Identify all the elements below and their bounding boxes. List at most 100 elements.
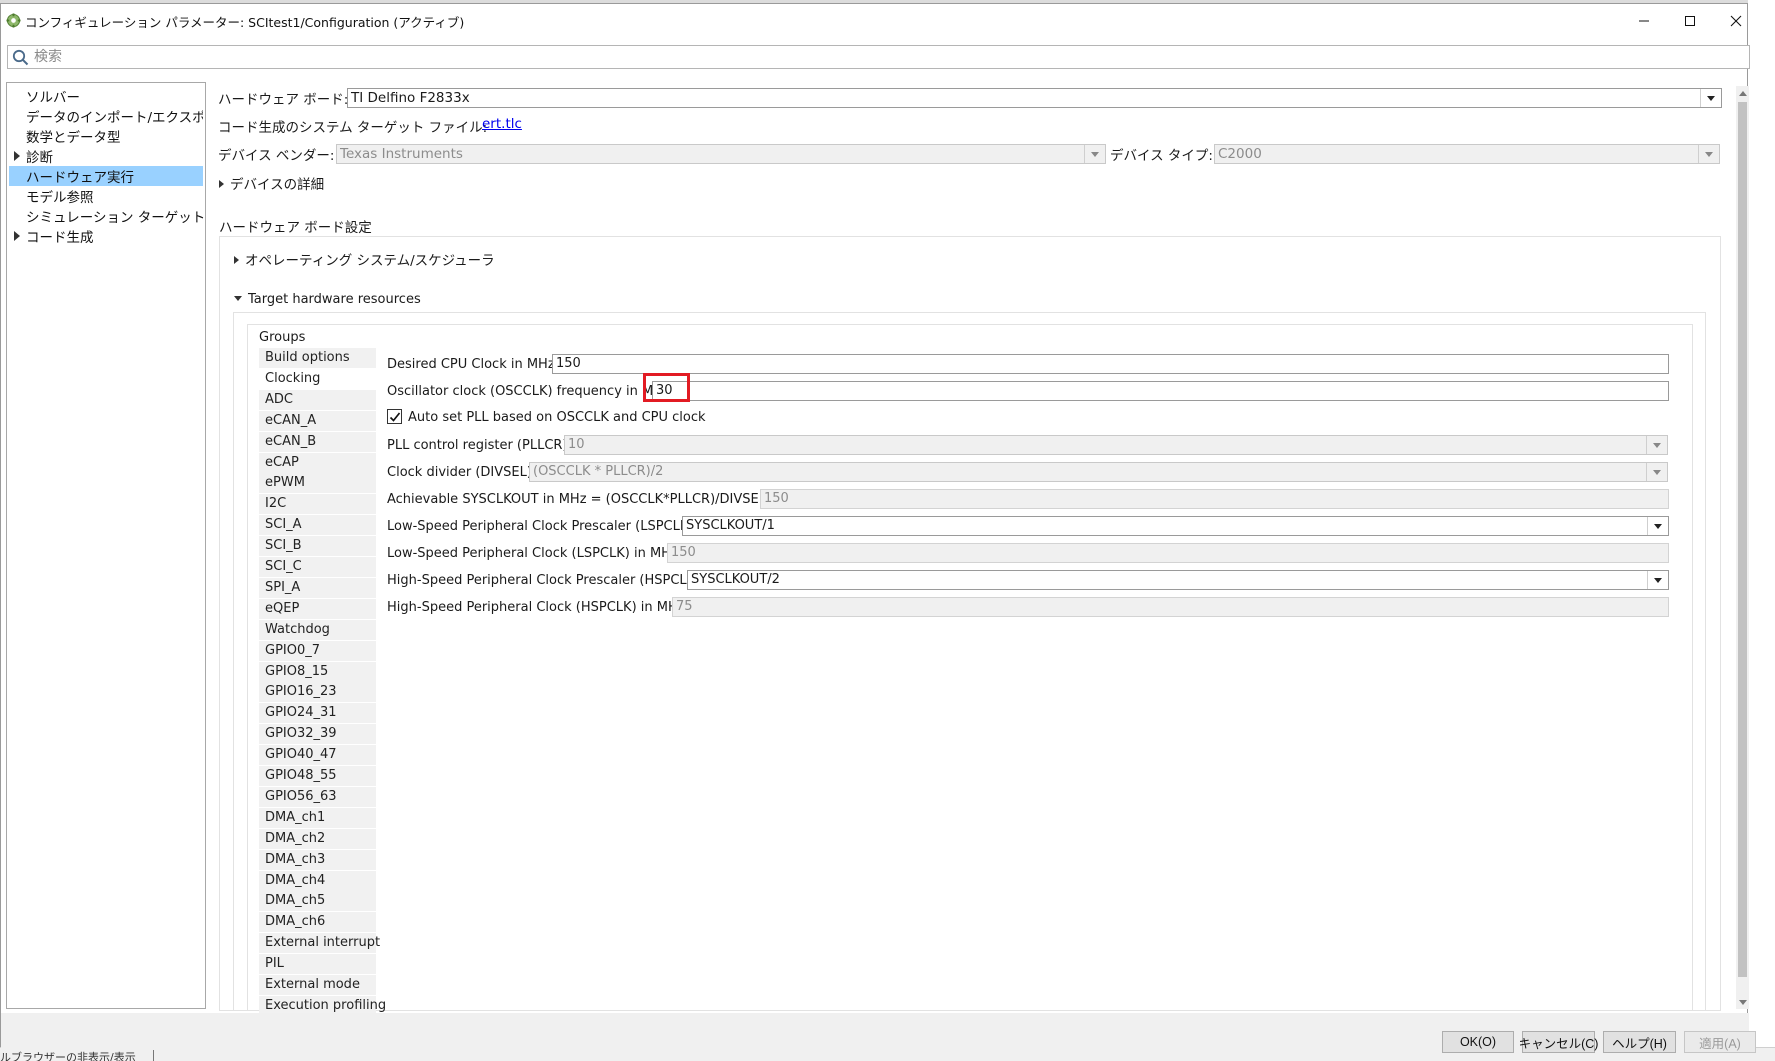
chevron-down-icon[interactable] [1700, 89, 1721, 107]
tree-item-diagnostics[interactable]: 診断 [9, 146, 203, 166]
group-item-spi-a[interactable]: SPI_A [259, 578, 376, 598]
hspclk-prescaler-dropdown[interactable]: SYSCLKOUT/2 [687, 570, 1669, 590]
tree-item-label: データのインポート/エクスポート [26, 110, 203, 126]
chevron-down-icon[interactable] [1698, 145, 1719, 163]
hardware-board-dropdown[interactable]: TI Delfino F2833x [347, 88, 1722, 108]
search-input[interactable] [34, 47, 1734, 67]
window-title: コンフィギュレーション パラメーター: SCItest1/Configurati… [25, 15, 465, 30]
group-item-dma-ch2[interactable]: DMA_ch2 [259, 829, 376, 849]
device-vendor-dropdown[interactable]: Texas Instruments [336, 144, 1106, 164]
expand-arrow-icon[interactable] [14, 231, 20, 241]
group-item-gpio56-63[interactable]: GPIO56_63 [259, 787, 376, 807]
vertical-scrollbar[interactable] [1736, 86, 1749, 1009]
tree-item-label: コード生成 [26, 230, 94, 246]
chevron-down-icon[interactable] [1647, 571, 1668, 589]
group-item-build-options[interactable]: Build options [259, 348, 376, 368]
group-item-external-interrupt[interactable]: External interrupt [259, 933, 380, 953]
ok-button[interactable]: OK(O) [1442, 1031, 1514, 1053]
background-status-text: ルブラウザーの非表示/表示 [0, 1051, 136, 1061]
group-item-dma-ch6[interactable]: DMA_ch6 [259, 912, 376, 932]
os-scheduler-expander[interactable]: オペレーティング システム/スケジューラ [234, 249, 495, 269]
system-target-link[interactable]: ert.tlc [482, 116, 522, 132]
tree-item-label: ソルバー [26, 90, 80, 106]
group-item-pil[interactable]: PIL [259, 954, 376, 974]
tree-item-hardware-implementation[interactable]: ハードウェア実行 [9, 166, 203, 186]
device-vendor-value: Texas Instruments [340, 146, 463, 162]
group-item-ecan-a[interactable]: eCAN_A [259, 411, 376, 431]
scroll-down-icon[interactable] [1739, 1000, 1747, 1005]
sysclk-value: 150 [764, 491, 789, 506]
minimize-button[interactable] [1621, 4, 1667, 38]
group-item-gpio8-15[interactable]: GPIO8_15 [259, 662, 376, 682]
group-item-clocking[interactable]: Clocking [259, 369, 376, 389]
tree-item-simulation-target[interactable]: シミュレーション ターゲット [9, 206, 205, 226]
group-item-sci-a[interactable]: SCI_A [259, 515, 376, 535]
title-bar[interactable]: コンフィギュレーション パラメーター: SCItest1/Configurati… [1, 4, 1747, 38]
hspclk-prescaler-label: High-Speed Peripheral Clock Prescaler (H… [387, 573, 705, 588]
group-item-gpio32-39[interactable]: GPIO32_39 [259, 724, 376, 744]
scroll-thumb[interactable] [1738, 102, 1747, 977]
tree-item-data-import-export[interactable]: データのインポート/エクスポート [9, 106, 203, 126]
group-item-external-mode[interactable]: External mode [259, 975, 376, 995]
group-item-dma-ch4[interactable]: DMA_ch4 [259, 871, 376, 891]
device-vendor-label: デバイス ベンダー: [218, 148, 335, 164]
tree-item-model-referencing[interactable]: モデル参照 [9, 186, 203, 206]
device-details-expander[interactable]: デバイスの詳細 [219, 173, 324, 193]
target-resources-expander[interactable]: Target hardware resources [234, 292, 421, 307]
osc-clock-input[interactable]: 30 [652, 381, 1669, 401]
scroll-up-icon[interactable] [1739, 91, 1747, 96]
group-item-dma-ch1[interactable]: DMA_ch1 [259, 808, 376, 828]
pllcr-label: PLL control register (PLLCR): [387, 438, 572, 453]
auto-pll-checkbox[interactable] [387, 409, 402, 424]
tree-item-solver[interactable]: ソルバー [9, 86, 203, 106]
group-item-ecap[interactable]: eCAP [259, 453, 376, 473]
search-icon [12, 49, 29, 66]
pllcr-dropdown[interactable]: 10 [564, 435, 1668, 455]
group-item-i2c[interactable]: I2C [259, 494, 376, 514]
group-item-gpio16-23[interactable]: GPIO16_23 [259, 682, 376, 702]
group-item-watchdog[interactable]: Watchdog [259, 620, 376, 640]
group-item-eqep[interactable]: eQEP [259, 599, 376, 619]
group-item-dma-ch3[interactable]: DMA_ch3 [259, 850, 376, 870]
board-settings-heading: ハードウェア ボード設定 [219, 220, 372, 236]
expand-arrow-icon[interactable] [14, 151, 20, 161]
group-item-ecan-b[interactable]: eCAN_B [259, 432, 376, 452]
help-button[interactable]: ヘルプ(H) [1603, 1031, 1676, 1053]
divsel-label: Clock divider (DIVSEL): [387, 465, 537, 480]
chevron-down-icon[interactable] [1647, 517, 1668, 535]
tree-item-math-data-types[interactable]: 数学とデータ型 [9, 126, 203, 146]
osc-clock-label: Oscillator clock (OSCCLK) frequency in M… [387, 384, 675, 399]
chevron-down-icon[interactable] [1646, 436, 1667, 454]
group-item-sci-b[interactable]: SCI_B [259, 536, 376, 556]
group-item-dma-ch5[interactable]: DMA_ch5 [259, 891, 376, 911]
close-icon [1730, 15, 1742, 27]
cancel-button[interactable]: キャンセル(C) [1519, 1031, 1598, 1053]
tree-item-label: 数学とデータ型 [26, 130, 121, 146]
divsel-dropdown[interactable]: (OSCCLK * PLLCR)/2 [529, 462, 1668, 482]
lspclk-prescaler-dropdown[interactable]: SYSCLKOUT/1 [682, 516, 1669, 536]
device-type-value: C2000 [1218, 146, 1262, 162]
groups-panel [247, 324, 1693, 1011]
group-item-gpio24-31[interactable]: GPIO24_31 [259, 703, 376, 723]
group-item-sci-c[interactable]: SCI_C [259, 557, 376, 577]
chevron-down-icon[interactable] [1084, 145, 1105, 163]
device-type-dropdown[interactable]: C2000 [1214, 144, 1720, 164]
matlab-config-icon [6, 13, 21, 28]
os-scheduler-label: オペレーティング システム/スケジューラ [245, 253, 495, 269]
tree-item-label: 診断 [26, 150, 53, 166]
close-button[interactable] [1713, 4, 1759, 38]
chevron-down-icon[interactable] [1646, 463, 1667, 481]
groups-list: Build options Clocking ADC eCAN_A eCAN_B eCAP… [259, 348, 386, 1016]
group-item-gpio40-47[interactable]: GPIO40_47 [259, 745, 376, 765]
group-item-gpio0-7[interactable]: GPIO0_7 [259, 641, 376, 661]
cpu-clock-input[interactable]: 150 [552, 354, 1669, 374]
device-details-label: デバイスの詳細 [230, 177, 325, 193]
tree-item-code-generation[interactable]: コード生成 [9, 226, 203, 246]
lspclk-label: Low-Speed Peripheral Clock (LSPCLK) in M… [387, 546, 683, 561]
hspclk-value: 75 [676, 599, 693, 614]
group-item-epwm[interactable]: ePWM [259, 473, 376, 493]
maximize-button[interactable] [1667, 4, 1713, 38]
group-item-gpio48-55[interactable]: GPIO48_55 [259, 766, 376, 786]
apply-button[interactable]: 適用(A) [1684, 1031, 1756, 1053]
group-item-adc[interactable]: ADC [259, 390, 376, 410]
